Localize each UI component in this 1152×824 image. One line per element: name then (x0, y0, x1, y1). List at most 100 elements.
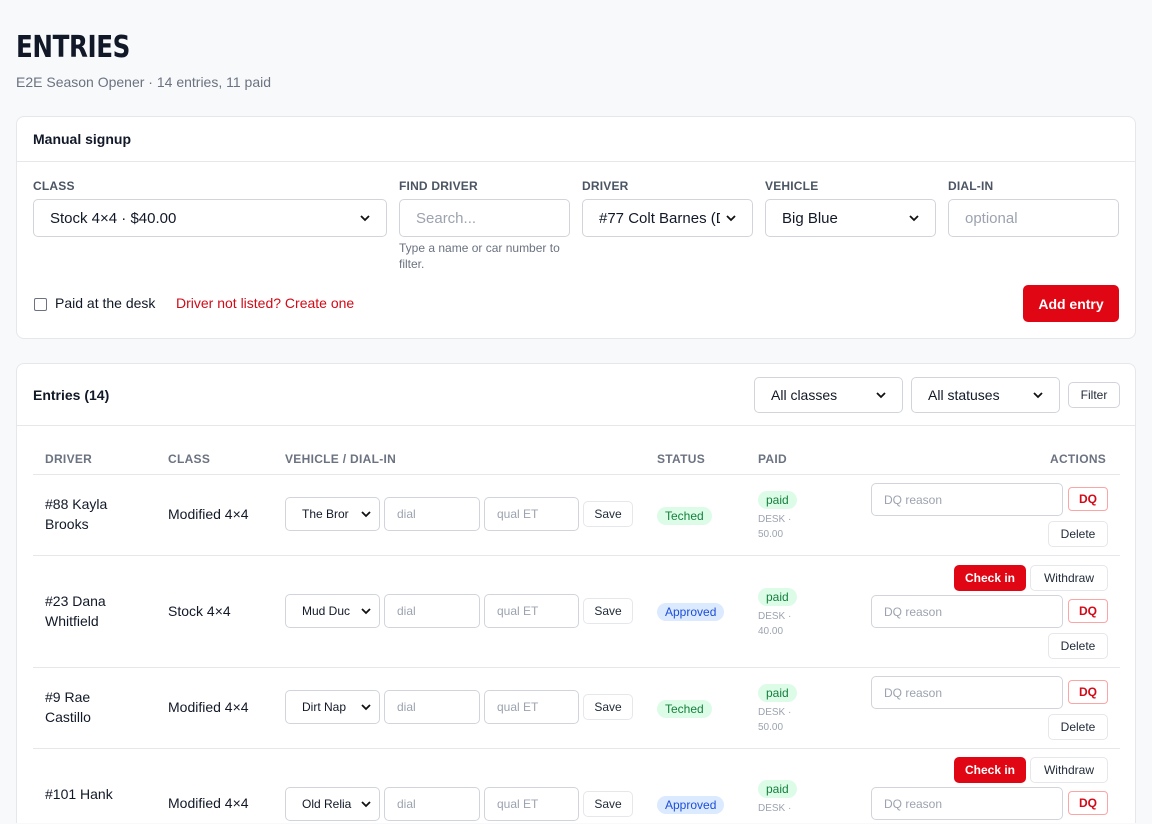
driver-select-value: #77 Colt Barnes (D (599, 209, 720, 227)
dial-placeholder: dial (397, 700, 416, 714)
driver-name-line1: #101 Hank (45, 786, 113, 802)
dq-button[interactable]: DQ (1068, 680, 1108, 704)
dial-input[interactable]: dial (384, 787, 480, 821)
create-driver-link[interactable]: Driver not listed? Create one (176, 295, 354, 311)
class-filter-select[interactable]: All classes (754, 377, 903, 413)
dq-reason-input[interactable]: DQ reason (871, 595, 1063, 628)
paid-note: DESK · (758, 803, 792, 814)
dial-in-placeholder: optional (965, 209, 1018, 227)
delete-button[interactable]: Delete (1048, 714, 1108, 740)
col-class: CLASS (168, 452, 211, 466)
class-label: CLASS (33, 179, 75, 193)
vehicle-select-value: Dirt Nap (302, 700, 347, 714)
find-driver-placeholder: Search... (416, 209, 477, 227)
status-badge: Approved (657, 796, 725, 814)
paid-badge: paid (758, 684, 797, 702)
chevron-down-icon (361, 511, 371, 518)
vehicle-select[interactable]: The Bror (285, 497, 380, 531)
entry-class: Modified 4×4 (168, 699, 249, 715)
dial-placeholder: dial (397, 604, 416, 618)
delete-button[interactable]: Delete (1048, 521, 1108, 547)
dial-input[interactable]: dial (384, 594, 480, 628)
withdraw-button[interactable]: Withdraw (1030, 757, 1108, 783)
driver-name-line2: Whitfield (45, 613, 99, 629)
class-select[interactable]: Stock 4×4 · $40.00 (33, 199, 387, 237)
paid-at-desk-checkbox[interactable] (34, 298, 47, 311)
chevron-down-icon (361, 704, 371, 711)
delete-button[interactable]: Delete (1048, 633, 1108, 659)
dial-input[interactable]: dial (384, 497, 480, 531)
check-in-button[interactable]: Check in (954, 757, 1026, 783)
dial-in-input[interactable]: optional (948, 199, 1119, 237)
driver-name-line2: Brooks (45, 516, 89, 532)
entries-title: Entries (14) (33, 386, 110, 403)
filter-button[interactable]: Filter (1068, 382, 1120, 408)
paid-badge: paid (758, 780, 797, 798)
qual-et-input[interactable]: qual ET (484, 594, 579, 628)
chevron-down-icon (1033, 392, 1043, 399)
col-actions: ACTIONS (1050, 452, 1107, 466)
vehicle-select-value: Big Blue (782, 209, 838, 227)
dial-input[interactable]: dial (384, 690, 480, 724)
driver-name-line1: #9 Rae (45, 689, 91, 705)
save-button[interactable]: Save (583, 791, 633, 817)
dq-reason-input[interactable]: DQ reason (871, 483, 1063, 516)
status-badge: Teched (657, 507, 712, 525)
driver-name-line1: #23 Dana (45, 593, 106, 609)
driver-name-line1: #88 Kayla (45, 496, 108, 512)
save-button[interactable]: Save (583, 694, 633, 720)
page-title: ENTRIES (16, 30, 130, 65)
entry-class: Modified 4×4 (168, 795, 249, 811)
vehicle-select[interactable]: Mud Duc (285, 594, 380, 628)
save-button[interactable]: Save (583, 501, 633, 527)
paid-badge: paid (758, 491, 797, 509)
class-filter-value: All classes (771, 387, 838, 403)
status-badge: Approved (657, 603, 725, 621)
qual-et-input[interactable]: qual ET (484, 690, 579, 724)
table-row: Check in Withdraw #23 Dana Whitfield Sto… (33, 555, 1120, 667)
paid-at-desk-label: Paid at the desk (55, 295, 156, 311)
chevron-down-icon (909, 215, 919, 222)
vehicle-select-value: Old Relia (302, 797, 352, 811)
vehicle-select[interactable]: Dirt Nap (285, 690, 380, 724)
table-row: #88 Kayla Brooks Modified 4×4 The Bror d… (33, 474, 1120, 555)
vehicle-select[interactable]: Old Relia (285, 787, 380, 821)
chevron-down-icon (361, 801, 371, 808)
dq-button[interactable]: DQ (1068, 599, 1108, 623)
find-driver-input[interactable]: Search... (399, 199, 570, 237)
add-entry-button[interactable]: Add entry (1023, 285, 1119, 322)
qual-et-input[interactable]: qual ET (484, 787, 579, 821)
status-filter-select[interactable]: All statuses (911, 377, 1060, 413)
qual-et-placeholder: qual ET (497, 507, 539, 521)
check-in-button[interactable]: Check in (954, 565, 1026, 591)
paid-badge: paid (758, 588, 797, 606)
col-status: STATUS (657, 452, 706, 466)
col-paid: PAID (758, 452, 787, 466)
col-vehicle-dial: VEHICLE / DIAL-IN (285, 452, 397, 466)
dq-reason-input[interactable]: DQ reason (871, 676, 1063, 709)
qual-et-input[interactable]: qual ET (484, 497, 579, 531)
table-row: Check in Withdraw #101 Hank Modified 4×4… (33, 748, 1120, 824)
dq-reason-input[interactable]: DQ reason (871, 787, 1063, 820)
driver-select[interactable]: #77 Colt Barnes (D (582, 199, 753, 237)
status-badge: Teched (657, 700, 712, 718)
driver-label: DRIVER (582, 179, 629, 193)
entries-card: Entries (14) All classes All statuses Fi… (16, 363, 1136, 823)
entry-class: Modified 4×4 (168, 506, 249, 522)
dq-button[interactable]: DQ (1068, 487, 1108, 511)
col-driver: DRIVER (45, 452, 93, 466)
dial-placeholder: dial (397, 507, 416, 521)
qual-et-placeholder: qual ET (497, 700, 539, 714)
dq-reason-placeholder: DQ reason (884, 685, 943, 700)
entry-class: Stock 4×4 (168, 603, 231, 619)
save-button[interactable]: Save (583, 598, 633, 624)
chevron-down-icon (361, 608, 371, 615)
chevron-down-icon (876, 392, 886, 399)
find-driver-label: FIND DRIVER (399, 179, 478, 193)
manual-signup-card: Manual signup CLASS Stock 4×4 · $40.00 F… (16, 116, 1136, 339)
withdraw-button[interactable]: Withdraw (1030, 565, 1108, 591)
dial-in-label: DIAL-IN (948, 179, 994, 193)
vehicle-select[interactable]: Big Blue (765, 199, 936, 237)
vehicle-select-value: Mud Duc (302, 604, 351, 618)
dq-button[interactable]: DQ (1068, 791, 1108, 815)
